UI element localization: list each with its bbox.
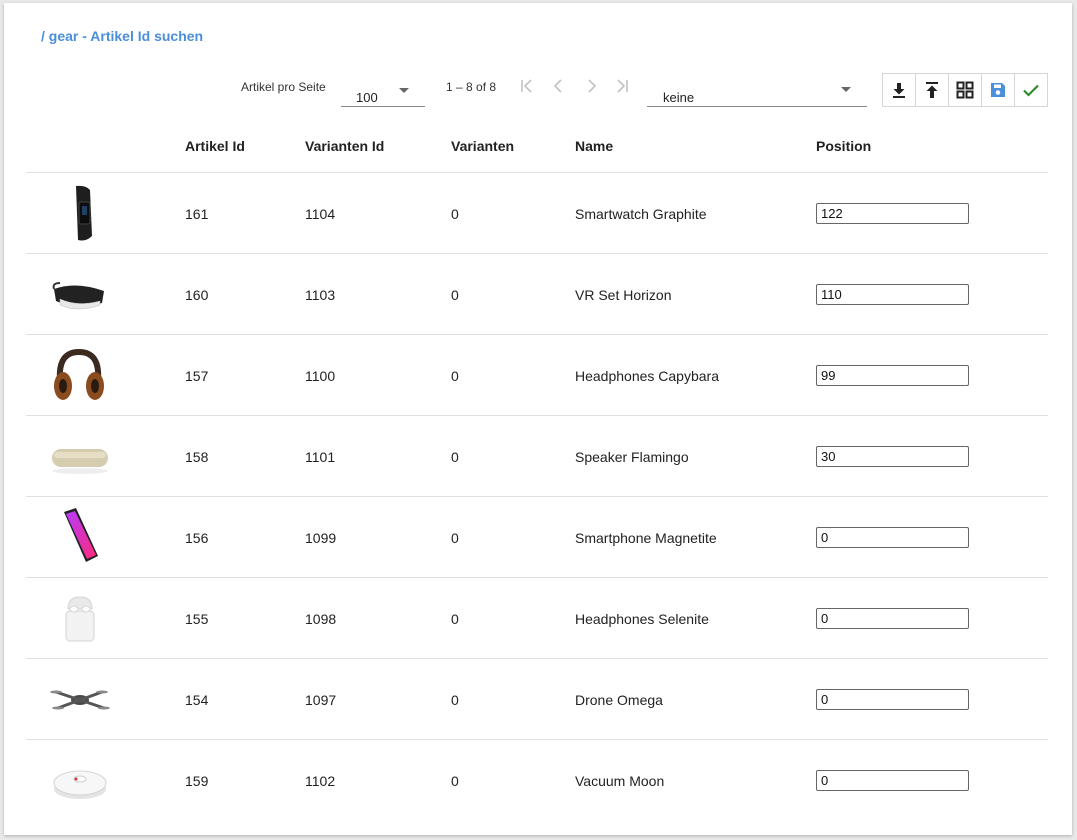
sort-value: keine: [663, 90, 695, 105]
varianten-cell: 0: [451, 530, 459, 546]
confirm-button[interactable]: [1015, 74, 1047, 106]
previous-page-button[interactable]: [548, 75, 570, 97]
column-header-varianten[interactable]: Varianten: [451, 138, 514, 154]
name-cell: Headphones Capybara: [575, 368, 719, 384]
artikel-id-cell: 161: [185, 206, 209, 222]
check-icon: [1023, 84, 1039, 97]
first-page-button[interactable]: [516, 75, 538, 97]
smartphone-icon: [64, 508, 98, 562]
vr-headset-icon: [52, 282, 104, 310]
name-cell: Smartwatch Graphite: [575, 206, 707, 222]
varianten-cell: 0: [451, 449, 459, 465]
chevron-right-icon: [588, 79, 597, 93]
varianten-cell: 0: [451, 287, 459, 303]
smartwatch-icon: [76, 185, 92, 241]
table-row[interactable]: 158 1101 0 Speaker Flamingo: [26, 416, 1048, 497]
table-row[interactable]: 155 1098 0 Headphones Selenite: [26, 578, 1048, 659]
position-input[interactable]: [816, 446, 969, 467]
varianten-id-cell: 1097: [305, 692, 337, 708]
upload-button[interactable]: [916, 74, 949, 106]
download-button[interactable]: [883, 74, 916, 106]
position-input[interactable]: [816, 608, 969, 629]
varianten-id-cell: 1100: [305, 368, 336, 384]
column-header-artikel-id[interactable]: Artikel Id: [185, 138, 245, 154]
column-header-varianten-id[interactable]: Varianten Id: [305, 138, 384, 154]
varianten-id-cell: 1101: [305, 449, 336, 465]
name-cell: Smartphone Magnetite: [575, 530, 717, 546]
name-cell: Headphones Selenite: [575, 611, 709, 627]
items-per-page-value: 100: [356, 90, 378, 105]
next-page-button[interactable]: [580, 75, 602, 97]
page-range-label: 1 – 8 of 8: [446, 80, 497, 94]
artikel-id-cell: 154: [185, 692, 209, 708]
artikel-id-cell: 157: [185, 368, 209, 384]
earbuds-icon: [65, 596, 95, 642]
name-cell: VR Set Horizon: [575, 287, 672, 303]
position-input[interactable]: [816, 365, 969, 386]
sort-select[interactable]: keine: [647, 81, 867, 107]
position-input[interactable]: [816, 284, 969, 305]
varianten-id-cell: 1102: [305, 773, 336, 789]
chevron-down-icon: [399, 88, 409, 93]
grid-icon: [956, 81, 974, 99]
position-input[interactable]: [816, 203, 969, 224]
items-per-page-label: Artikel pro Seite: [241, 80, 326, 94]
items-per-page-select[interactable]: 100: [341, 81, 425, 107]
varianten-id-cell: 1104: [305, 206, 336, 222]
toolbar: [882, 73, 1048, 107]
chevron-down-icon: [841, 87, 851, 92]
table-row[interactable]: 154 1097 0 Drone Omega: [26, 659, 1048, 740]
robot-vacuum-icon: [53, 770, 107, 799]
varianten-id-cell: 1099: [305, 530, 337, 546]
chevron-left-icon: [553, 79, 562, 93]
upload-icon: [926, 82, 938, 98]
position-input[interactable]: [816, 689, 969, 710]
artikel-id-cell: 156: [185, 530, 209, 546]
save-button[interactable]: [982, 74, 1015, 106]
column-header-name[interactable]: Name: [575, 138, 613, 154]
main-card: / gear - Artikel Id suchen Artikel pro S…: [4, 3, 1072, 835]
varianten-id-cell: 1098: [305, 611, 337, 627]
name-cell: Vacuum Moon: [575, 773, 665, 789]
last-page-button[interactable]: [611, 75, 633, 97]
download-icon: [893, 83, 905, 98]
grid-view-button[interactable]: [949, 74, 982, 106]
name-cell: Drone Omega: [575, 692, 663, 708]
first-page-icon: [521, 79, 532, 93]
varianten-cell: 0: [451, 773, 459, 789]
table-header: Artikel Id Varianten Id Varianten Name P…: [26, 128, 1048, 173]
table-row[interactable]: 161 1104 0 Smartwatch Graphite: [26, 173, 1048, 254]
last-page-icon: [617, 79, 628, 93]
varianten-cell: 0: [451, 611, 459, 627]
artikel-id-cell: 160: [185, 287, 209, 303]
artikel-id-cell: 155: [185, 611, 209, 627]
varianten-id-cell: 1103: [305, 287, 336, 303]
headphones-icon: [54, 348, 104, 400]
artikel-id-cell: 159: [185, 773, 209, 789]
position-input[interactable]: [816, 770, 969, 791]
table-row[interactable]: 160 1103 0 VR Set Horizon: [26, 254, 1048, 335]
varianten-cell: 0: [451, 368, 459, 384]
position-input[interactable]: [816, 527, 969, 548]
drone-icon: [50, 690, 110, 710]
save-icon: [991, 83, 1005, 97]
varianten-cell: 0: [451, 692, 459, 708]
breadcrumb[interactable]: / gear - Artikel Id suchen: [41, 28, 203, 44]
speaker-icon: [52, 449, 108, 474]
table-row[interactable]: 156 1099 0 Smartphone Magnetite: [26, 497, 1048, 578]
table-row[interactable]: 159 1102 0 Vacuum Moon: [26, 740, 1048, 821]
table-row[interactable]: 157 1100 0 Headphones Capybara: [26, 335, 1048, 416]
name-cell: Speaker Flamingo: [575, 449, 689, 465]
artikel-id-cell: 158: [185, 449, 209, 465]
varianten-cell: 0: [451, 206, 459, 222]
column-header-position[interactable]: Position: [816, 138, 871, 154]
